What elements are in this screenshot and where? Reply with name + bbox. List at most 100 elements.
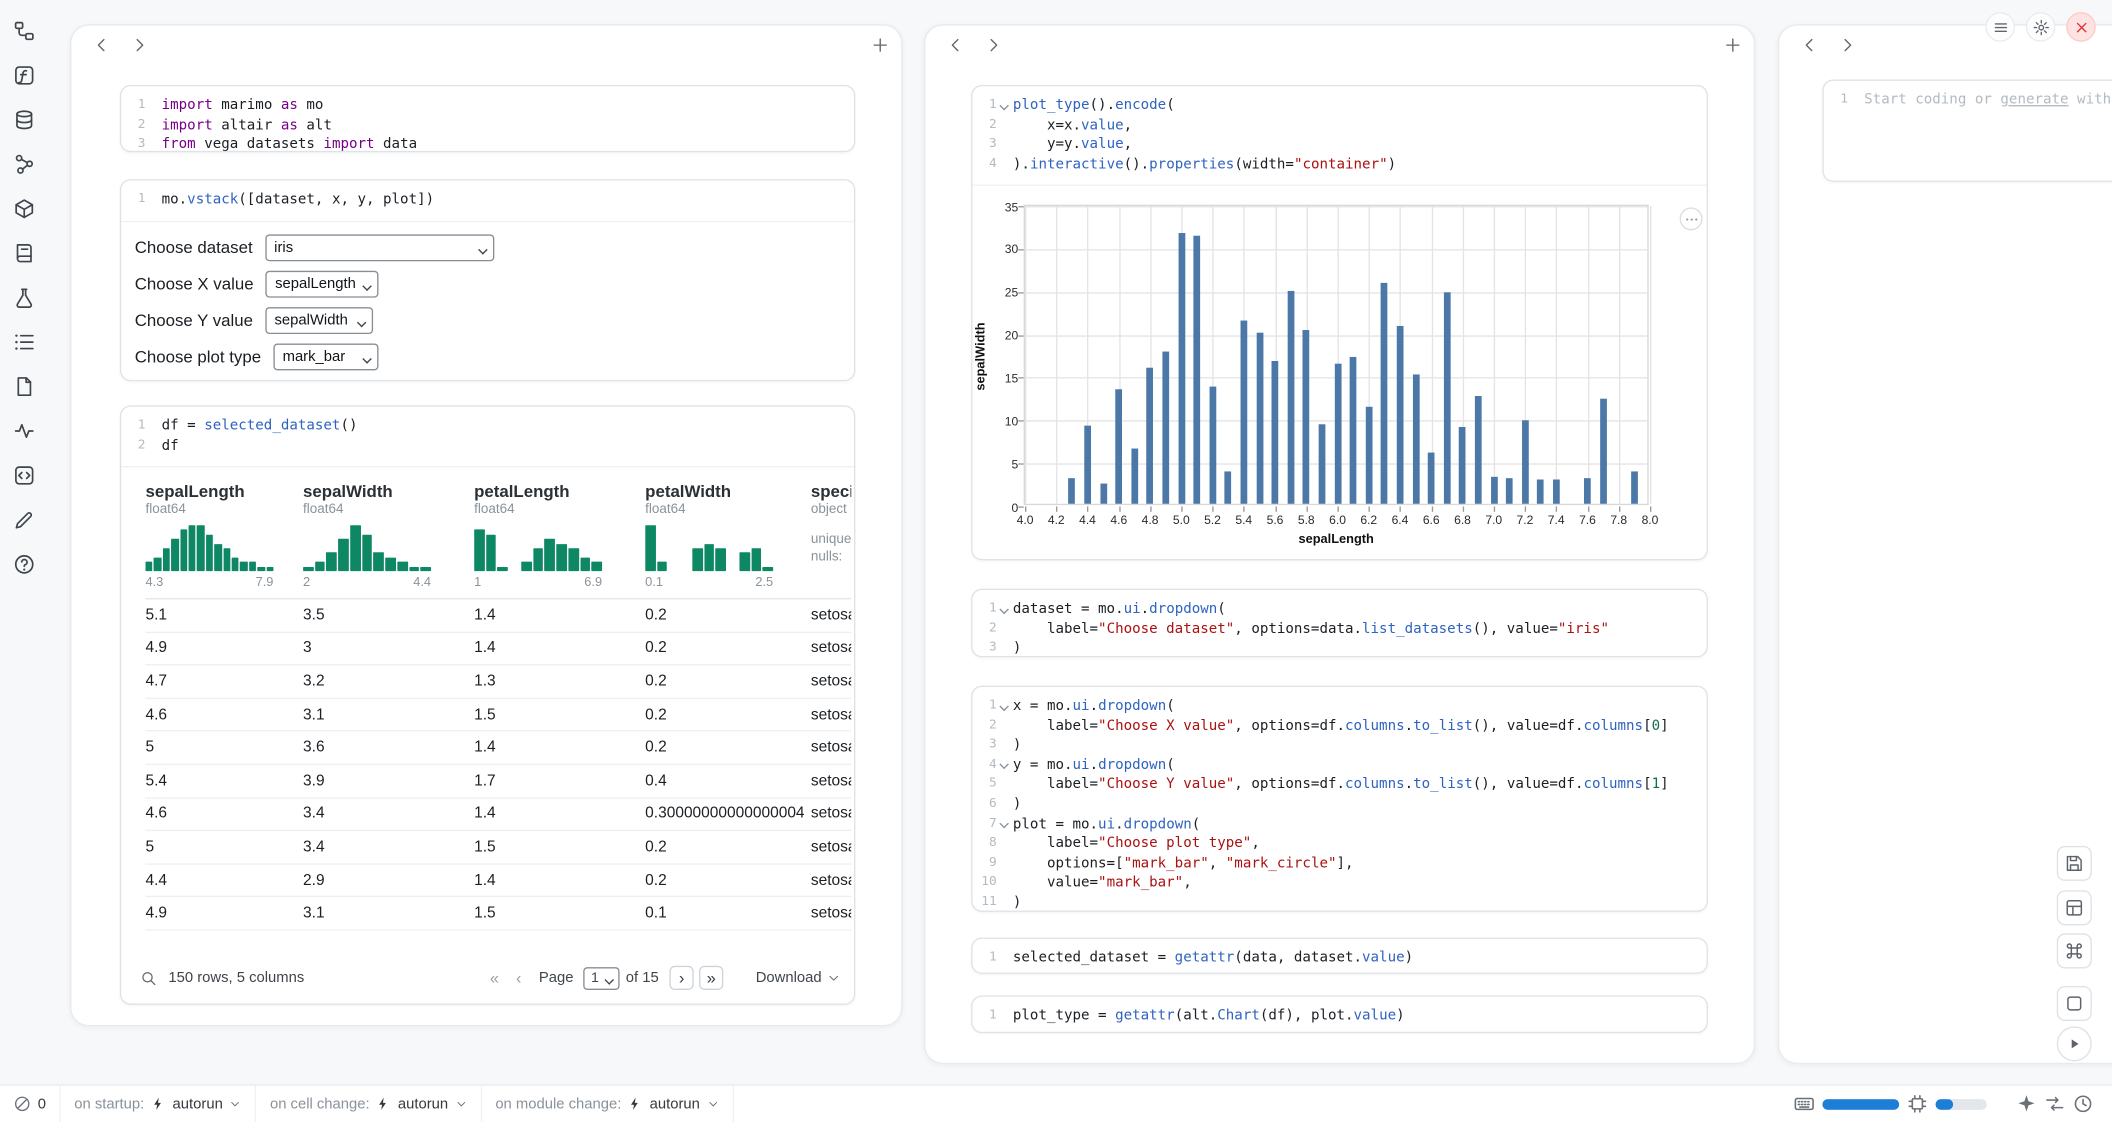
run-button[interactable] bbox=[2057, 1026, 2092, 1061]
chart-bar bbox=[1209, 386, 1216, 504]
code-editor[interactable]: 1mo.vstack([dataset, x, y, plot]) bbox=[121, 180, 854, 209]
packages-icon[interactable] bbox=[9, 194, 39, 224]
table-cell: 1.4 bbox=[474, 872, 645, 888]
previous-page-button[interactable]: ‹ bbox=[507, 966, 531, 990]
chart-bar bbox=[1240, 321, 1247, 504]
code-line: 6) bbox=[972, 795, 1706, 815]
notebook-cell[interactable]: 1mo.vstack([dataset, x, y, plot])Choose … bbox=[120, 179, 855, 381]
download-button[interactable]: Download bbox=[756, 970, 841, 986]
notebook-cell[interactable]: 1x = mo.ui.dropdown(2 label="Choose X va… bbox=[971, 686, 1708, 912]
notebook-cell[interactable]: 1dataset = mo.ui.dropdown(2 label="Choos… bbox=[971, 589, 1708, 658]
history-icon[interactable] bbox=[2073, 1094, 2093, 1114]
code-editor[interactable]: 1df = selected_dataset()2df bbox=[121, 407, 854, 456]
no-errors-icon bbox=[13, 1095, 31, 1113]
notebook-cell[interactable]: 1plot_type().encode(2 x=x.value,3 y=y.va… bbox=[971, 85, 1708, 560]
run-setting-on-cell-change-[interactable]: on cell change:autorun bbox=[256, 1086, 481, 1122]
add-cell-button[interactable] bbox=[866, 31, 893, 58]
chart-bar bbox=[1490, 476, 1497, 503]
keyboard-icon[interactable] bbox=[1794, 1094, 1814, 1114]
annotations-icon[interactable] bbox=[9, 505, 39, 535]
file-explorer-icon[interactable] bbox=[9, 16, 39, 46]
column-scroll-right-button[interactable] bbox=[1833, 31, 1860, 58]
notebook-cell[interactable]: 1plot_type = getattr(alt.Chart(df), plot… bbox=[971, 995, 1708, 1033]
settings-button[interactable] bbox=[2026, 12, 2056, 42]
chart-actions-button[interactable] bbox=[1680, 207, 1703, 230]
line-number: 1 bbox=[972, 96, 996, 116]
notebook-cell[interactable]: 1df = selected_dataset()2df sepalLengthfl… bbox=[120, 405, 855, 1004]
search-icon[interactable] bbox=[140, 969, 158, 987]
snippets-icon[interactable] bbox=[9, 461, 39, 491]
first-page-button[interactable]: « bbox=[482, 966, 506, 990]
layout-button[interactable] bbox=[2057, 890, 2092, 925]
x-tick-label: 7.6 bbox=[1579, 513, 1596, 526]
run-setting-on-startup-[interactable]: on startup:autorun bbox=[61, 1086, 257, 1122]
table-column-header[interactable]: sepalWidthfloat6424.4 bbox=[303, 482, 474, 590]
page-select[interactable]: 1 bbox=[583, 966, 619, 989]
table-row: 4.63.41.40.30000000000000004setosa bbox=[145, 798, 851, 831]
table-row: 53.41.50.2setosa bbox=[145, 831, 851, 864]
keyboard-shortcuts-button[interactable] bbox=[2057, 933, 2092, 968]
scratchpad-icon[interactable] bbox=[9, 283, 39, 313]
dropdown-choose-dataset[interactable]: iris bbox=[265, 234, 494, 261]
fold-toggle-icon[interactable] bbox=[997, 696, 1013, 716]
fold-gutter bbox=[997, 155, 1013, 175]
column-scroll-left-button[interactable] bbox=[88, 31, 115, 58]
outline-icon[interactable] bbox=[9, 327, 39, 357]
table-cell: 4.7 bbox=[145, 673, 303, 689]
generate-with-ai-link[interactable]: generate bbox=[2000, 92, 2068, 108]
column-scroll-left-button[interactable] bbox=[942, 31, 969, 58]
table-cell: 1.3 bbox=[474, 673, 645, 689]
shutdown-button[interactable] bbox=[2066, 12, 2096, 42]
table-column-header[interactable]: petalWidthfloat640.12.5 bbox=[645, 482, 811, 590]
variables-icon[interactable] bbox=[9, 61, 39, 91]
datasources-icon[interactable] bbox=[9, 105, 39, 135]
next-page-button[interactable]: › bbox=[670, 966, 694, 990]
code-editor[interactable]: 1selected_dataset = getattr(data, datase… bbox=[972, 939, 1706, 968]
table-column-header[interactable]: speciesobjectuniquenulls: bbox=[811, 482, 851, 590]
code-editor[interactable]: 1dataset = mo.ui.dropdown(2 label="Choos… bbox=[972, 590, 1706, 657]
code-editor[interactable]: 1import marimo as mo2import altair as al… bbox=[121, 86, 854, 152]
ai-assistant-icon[interactable] bbox=[2016, 1094, 2036, 1114]
code-editor[interactable]: 1plot_type().encode(2 x=x.value,3 y=y.va… bbox=[972, 86, 1706, 174]
table-column-header[interactable]: petalLengthfloat6416.9 bbox=[474, 482, 645, 590]
last-page-button[interactable]: » bbox=[699, 966, 723, 990]
dropdown-choose-y-value[interactable]: sepalWidth bbox=[265, 307, 373, 334]
documentation-icon[interactable] bbox=[9, 372, 39, 402]
code-line: 3 y=y.value, bbox=[972, 135, 1706, 155]
code-editor[interactable]: 1x = mo.ui.dropdown(2 label="Choose X va… bbox=[972, 687, 1706, 912]
fold-toggle-icon[interactable] bbox=[997, 814, 1013, 834]
notebook-menu-button[interactable] bbox=[1985, 12, 2015, 42]
code-editor[interactable]: 1Start coding or generate with AI. bbox=[1824, 81, 2112, 110]
add-cell-button[interactable] bbox=[1719, 31, 1746, 58]
app-view-button[interactable] bbox=[2057, 986, 2092, 1021]
code-editor[interactable]: 1plot_type = getattr(alt.Chart(df), plot… bbox=[972, 997, 1706, 1026]
logs-icon[interactable] bbox=[9, 238, 39, 268]
chart-bar bbox=[1443, 293, 1450, 504]
chart-bar bbox=[1553, 480, 1560, 504]
help-icon[interactable] bbox=[9, 550, 39, 580]
table-cell: 4.4 bbox=[145, 872, 303, 888]
table-column-header[interactable]: sepalLengthfloat644.37.9 bbox=[145, 482, 303, 590]
fold-toggle-icon[interactable] bbox=[997, 599, 1013, 619]
shuffle-icon[interactable] bbox=[2045, 1094, 2065, 1114]
notebook-cell[interactable]: 1import marimo as mo2import altair as al… bbox=[120, 85, 855, 152]
chart-bar bbox=[1147, 367, 1154, 503]
notebook-cell[interactable]: 1Start coding or generate with AI. bbox=[1822, 79, 2112, 181]
cpu-usage-bar bbox=[1936, 1098, 1987, 1109]
errors-indicator[interactable]: 0 bbox=[0, 1086, 61, 1122]
column-scroll-left-button[interactable] bbox=[1795, 31, 1822, 58]
fold-toggle-icon[interactable] bbox=[997, 755, 1013, 775]
run-setting-on-module-change-[interactable]: on module change:autorun bbox=[482, 1086, 734, 1122]
save-button[interactable] bbox=[2057, 846, 2092, 881]
notebook-cell[interactable]: 1selected_dataset = getattr(data, datase… bbox=[971, 937, 1708, 973]
column-scroll-right-button[interactable] bbox=[979, 31, 1006, 58]
line-number: 5 bbox=[972, 775, 996, 795]
dropdown-choose-x-value[interactable]: sepalLength bbox=[266, 271, 379, 298]
fold-toggle-icon[interactable] bbox=[997, 96, 1013, 116]
tracebacks-icon[interactable] bbox=[9, 416, 39, 446]
table-cell: setosa bbox=[811, 707, 851, 723]
dropdown-choose-plot-type[interactable]: mark_bar bbox=[273, 343, 378, 370]
dependencies-icon[interactable] bbox=[9, 150, 39, 180]
column-scroll-right-button[interactable] bbox=[125, 31, 152, 58]
table-cell: setosa bbox=[811, 839, 851, 855]
